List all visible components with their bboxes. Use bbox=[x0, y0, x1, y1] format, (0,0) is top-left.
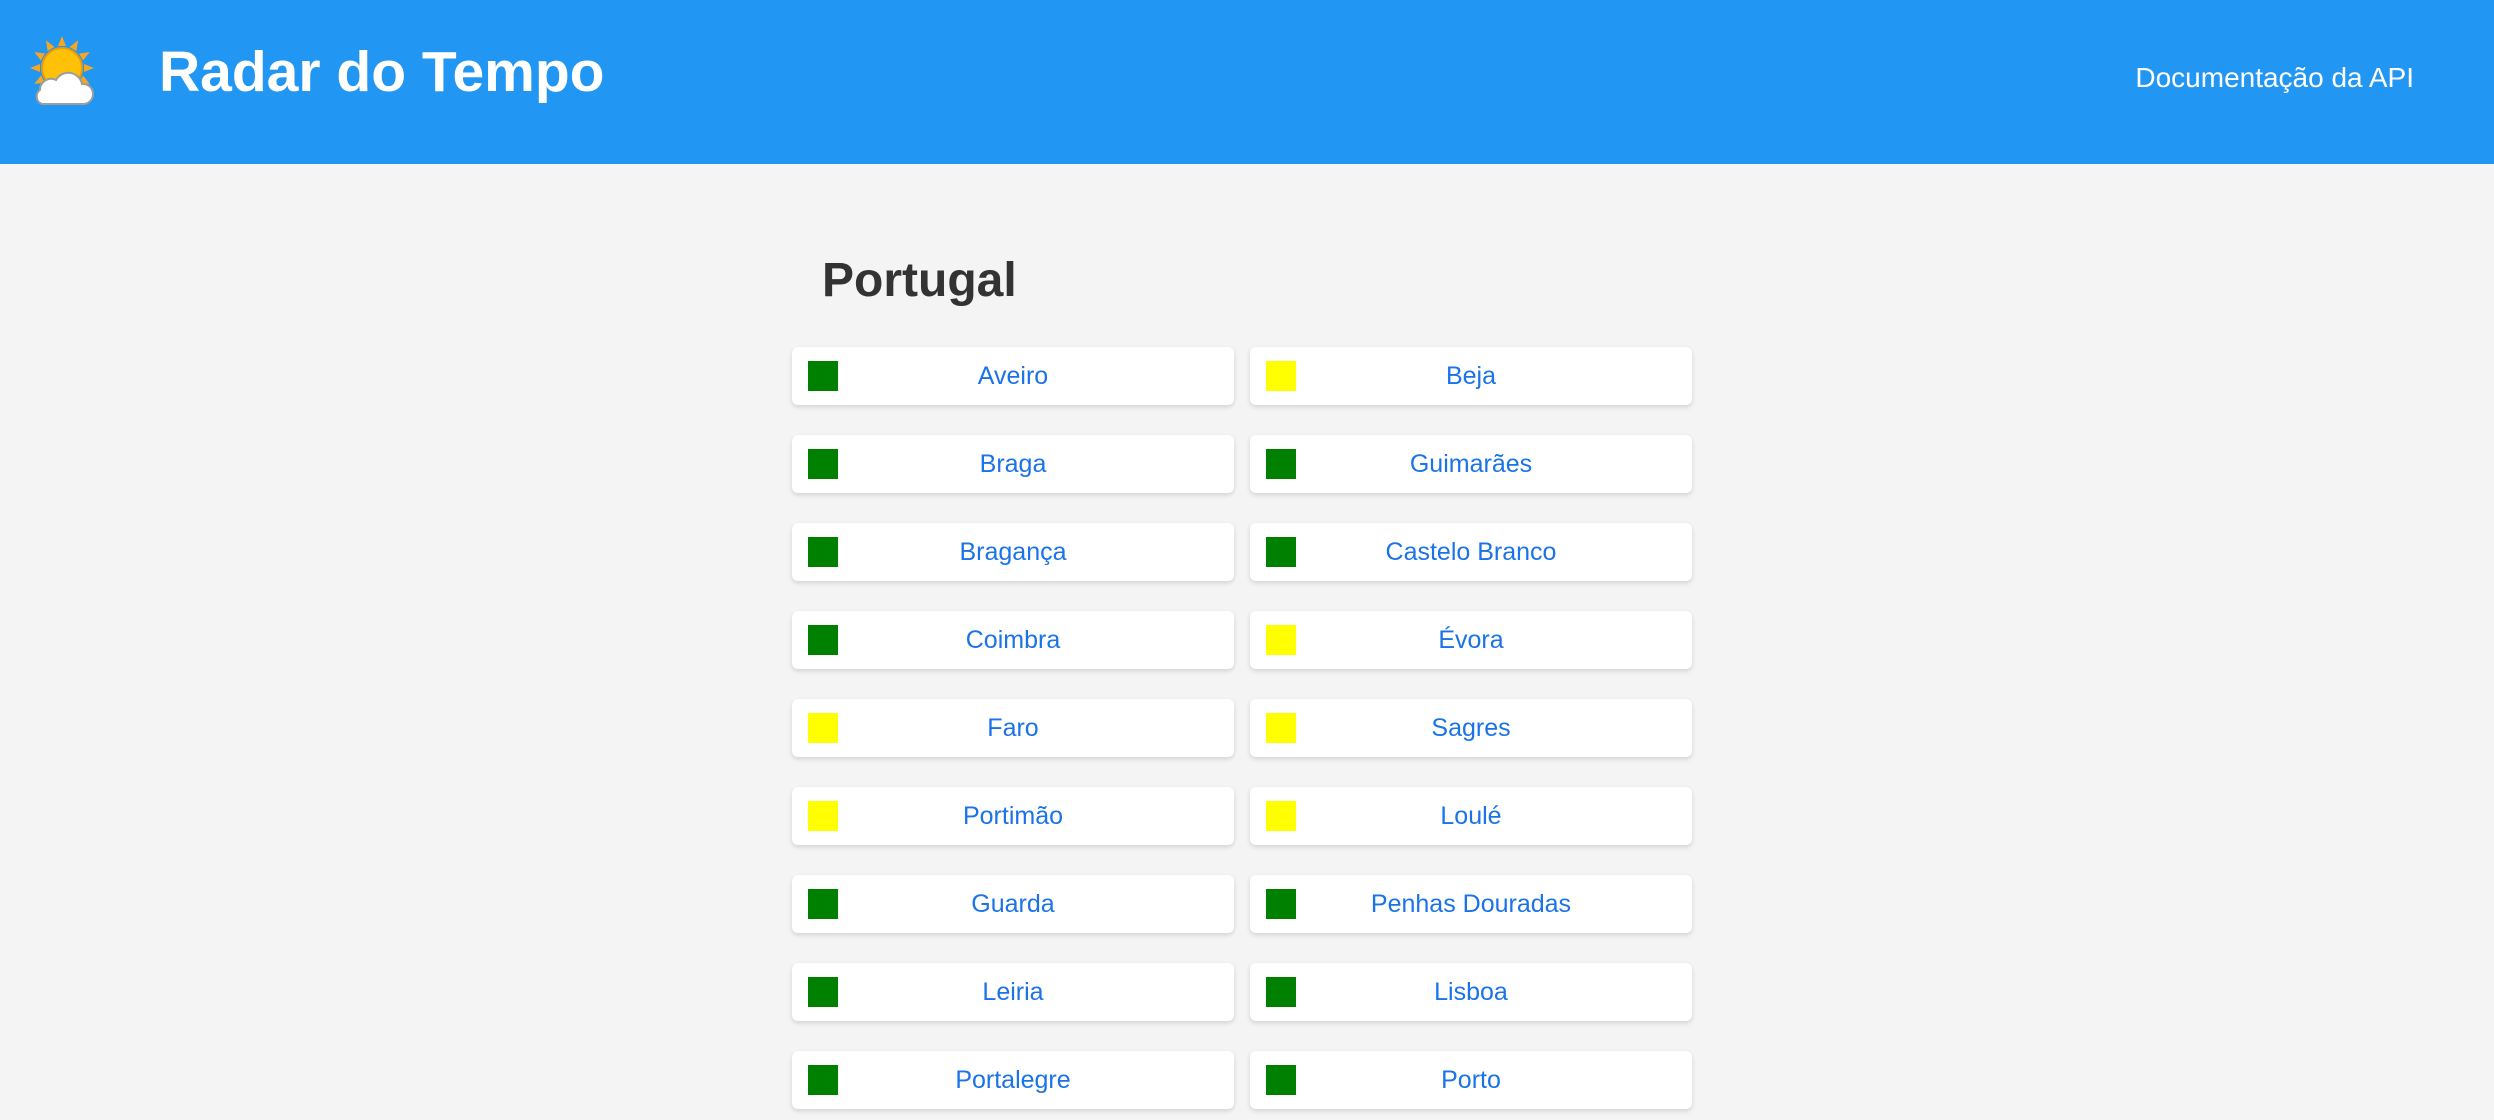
api-docs-link[interactable]: Documentação da API bbox=[2135, 58, 2414, 98]
city-card[interactable]: Penhas Douradas bbox=[1250, 875, 1692, 933]
city-link[interactable]: Leiria bbox=[792, 963, 1234, 1021]
site-title: Radar do Tempo bbox=[159, 40, 605, 104]
city-card[interactable]: Braga bbox=[792, 435, 1234, 493]
city-card[interactable]: Portimão bbox=[792, 787, 1234, 845]
city-card[interactable]: Guimarães bbox=[1250, 435, 1692, 493]
city-link[interactable]: Faro bbox=[792, 699, 1234, 757]
city-link[interactable]: Bragança bbox=[792, 523, 1234, 581]
city-card[interactable]: Lisboa bbox=[1250, 963, 1692, 1021]
city-link[interactable]: Castelo Branco bbox=[1250, 523, 1692, 581]
city-card[interactable]: Leiria bbox=[792, 963, 1234, 1021]
city-link[interactable]: Sagres bbox=[1250, 699, 1692, 757]
city-link[interactable]: Lisboa bbox=[1250, 963, 1692, 1021]
city-card[interactable]: Porto bbox=[1250, 1051, 1692, 1109]
city-card[interactable]: Castelo Branco bbox=[1250, 523, 1692, 581]
city-card[interactable]: Faro bbox=[792, 699, 1234, 757]
city-grid: Aveiro Beja Braga Guimarães Bragança Castelo … bbox=[792, 347, 1694, 1109]
city-card[interactable]: Aveiro bbox=[792, 347, 1234, 405]
city-link[interactable]: Braga bbox=[792, 435, 1234, 493]
country-title: Portugal bbox=[822, 254, 1017, 307]
city-card[interactable]: Loulé bbox=[1250, 787, 1692, 845]
city-link[interactable]: Penhas Douradas bbox=[1250, 875, 1692, 933]
city-link[interactable]: Beja bbox=[1250, 347, 1692, 405]
city-link[interactable]: Portimão bbox=[792, 787, 1234, 845]
city-card[interactable]: Évora bbox=[1250, 611, 1692, 669]
city-card[interactable]: Portalegre bbox=[792, 1051, 1234, 1109]
city-card[interactable]: Bragança bbox=[792, 523, 1234, 581]
city-link[interactable]: Portalegre bbox=[792, 1051, 1234, 1109]
city-link[interactable]: Guarda bbox=[792, 875, 1234, 933]
city-link[interactable]: Aveiro bbox=[792, 347, 1234, 405]
city-link[interactable]: Évora bbox=[1250, 611, 1692, 669]
city-link[interactable]: Coimbra bbox=[792, 611, 1234, 669]
city-link[interactable]: Loulé bbox=[1250, 787, 1692, 845]
city-link[interactable]: Guimarães bbox=[1250, 435, 1692, 493]
city-link[interactable]: Porto bbox=[1250, 1051, 1692, 1109]
city-card[interactable]: Sagres bbox=[1250, 699, 1692, 757]
city-card[interactable]: Coimbra bbox=[792, 611, 1234, 669]
sun-behind-cloud-icon[interactable] bbox=[24, 34, 100, 110]
city-card[interactable]: Guarda bbox=[792, 875, 1234, 933]
city-card[interactable]: Beja bbox=[1250, 347, 1692, 405]
site-header: Radar do Tempo Documentação da API bbox=[0, 0, 2494, 164]
